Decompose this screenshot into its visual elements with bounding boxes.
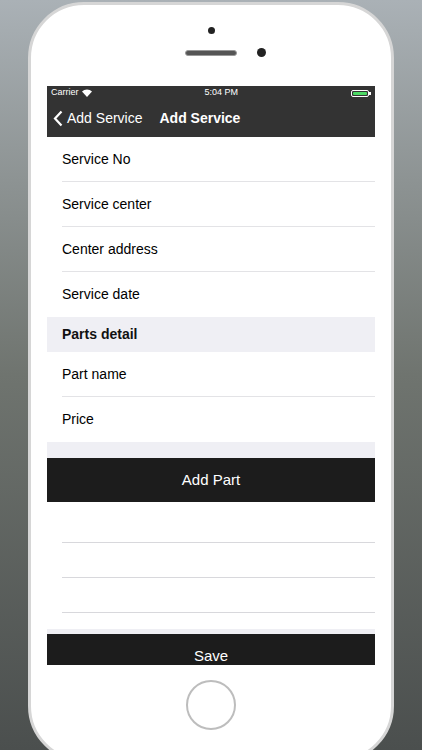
field-row[interactable]: Center address: [47, 227, 375, 272]
field-label[interactable]: Part name: [62, 364, 127, 385]
top-bezel: [31, 5, 391, 86]
field-cell: Service date: [62, 272, 375, 317]
spacer: [47, 442, 375, 458]
nav-bar: Add Service Add Service: [47, 100, 375, 137]
add-part-button[interactable]: Add Part: [47, 458, 375, 502]
field-label[interactable]: Service No: [62, 149, 130, 170]
spacer: [157, 49, 165, 57]
add-part-label[interactable]: Add Part: [182, 469, 240, 492]
nav-title: Add Service: [159, 108, 240, 129]
camera-icon: [257, 48, 266, 57]
speaker-icon: [185, 50, 237, 56]
field-row[interactable]: Service No: [47, 137, 375, 182]
field-cell: Service center: [62, 182, 375, 227]
battery-track: [351, 90, 369, 97]
parts-table: [47, 502, 375, 629]
battery-icon: [351, 90, 371, 97]
battery-tip: [369, 92, 371, 95]
carrier-label: Carrier: [51, 86, 79, 100]
field-row[interactable]: Service center: [47, 182, 375, 227]
back-label[interactable]: Add Service: [67, 108, 142, 129]
field-label[interactable]: Service center: [62, 194, 151, 215]
home-button[interactable]: [186, 680, 236, 730]
back-button[interactable]: Add Service: [53, 108, 142, 129]
field-row[interactable]: Price: [47, 397, 375, 442]
status-bar: Carrier 5:04 PM: [47, 86, 375, 100]
carrier-group: Carrier: [51, 86, 92, 100]
section-title: Parts detail: [62, 324, 137, 345]
sensor-icon: [208, 27, 215, 34]
field-cell: Part name: [62, 352, 375, 397]
field-label[interactable]: Center address: [62, 239, 158, 260]
speaker-row: [157, 48, 266, 57]
field-label[interactable]: Service date: [62, 284, 140, 305]
field-cell: Service No: [62, 137, 375, 182]
empty-row: [62, 508, 375, 543]
field-cell: Price: [62, 397, 375, 442]
field-label[interactable]: Price: [62, 409, 94, 430]
time-label: 5:04 PM: [204, 86, 238, 100]
field-row[interactable]: Part name: [47, 352, 375, 397]
field-row[interactable]: Service date: [47, 272, 375, 317]
save-label[interactable]: Save: [194, 645, 228, 665]
save-button[interactable]: Save: [47, 634, 375, 665]
screen: Carrier 5:04 PM Add Service Add Service Serv…: [47, 86, 375, 665]
field-cell: Center address: [62, 227, 375, 272]
field-group: Part name Price: [47, 352, 375, 442]
section-header: Parts detail: [47, 317, 375, 352]
phone-frame: Carrier 5:04 PM Add Service Add Service Serv…: [28, 2, 394, 750]
battery-fill: [353, 92, 367, 95]
empty-row: [62, 578, 375, 613]
field-group: Service No Service center Center address Se…: [47, 137, 375, 317]
empty-row: [62, 543, 375, 578]
wifi-icon: [82, 89, 92, 97]
chevron-left-icon: [53, 110, 63, 127]
